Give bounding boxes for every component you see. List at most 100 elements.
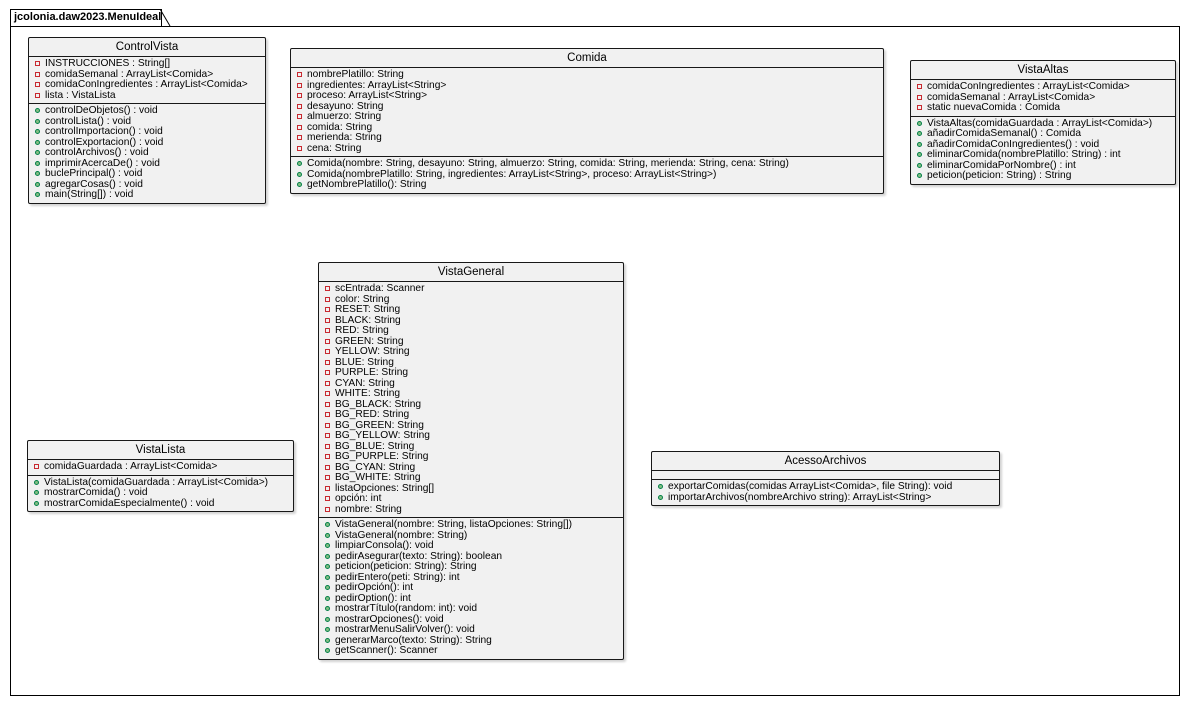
public-visibility-icon — [35, 192, 40, 197]
attribute-text: BG_PURPLE: String — [335, 451, 429, 462]
private-visibility-icon — [917, 94, 922, 100]
private-visibility-icon — [325, 422, 330, 428]
private-visibility-icon — [325, 454, 330, 459]
public-visibility-icon — [325, 574, 330, 580]
private-visibility-icon — [297, 93, 302, 98]
private-visibility-icon — [35, 82, 40, 87]
private-visibility-icon — [297, 124, 302, 130]
attribute-text: nombrePlatillo: String — [307, 69, 404, 80]
attributes-section: nombrePlatillo: String ingredientes: Arra… — [291, 68, 883, 157]
private-visibility-icon — [325, 506, 330, 512]
private-visibility-icon — [35, 61, 40, 66]
attribute-text: BG_RED: String — [335, 409, 410, 420]
attribute-row: static nuevaComida : Comida — [917, 102, 1175, 114]
public-visibility-icon — [917, 141, 922, 147]
private-visibility-icon — [325, 443, 330, 449]
methods-section: VistaAltas(comidaGuardada : ArrayList<Co… — [911, 117, 1175, 184]
private-visibility-icon — [325, 496, 330, 501]
private-visibility-icon — [297, 135, 302, 140]
attribute-row: lista : VistaLista — [35, 89, 265, 102]
attribute-text: lista : VistaLista — [45, 89, 116, 101]
attribute-row: comida: String — [297, 122, 883, 134]
package-tab: jcolonia.daw2023.MenuIdeal — [10, 9, 162, 26]
method-text: eliminarComida(nombrePlatillo: String) :… — [927, 149, 1121, 160]
class-acesso-archivos[interactable]: AcessoArchivos exportarComidas(comidas Ar… — [651, 451, 1000, 506]
public-visibility-icon — [35, 108, 40, 113]
attribute-text: RESET: String — [335, 304, 401, 315]
attribute-text: BLACK: String — [335, 314, 401, 326]
method-text: pedirEntero(peti: String): int — [335, 571, 460, 583]
attribute-text: color: String — [335, 293, 390, 305]
public-visibility-icon — [35, 139, 40, 145]
public-visibility-icon — [917, 162, 922, 168]
attributes-section: comidaConIngredientes : ArrayList<Comida… — [911, 80, 1175, 117]
private-visibility-icon — [325, 464, 330, 470]
method-text: Comida(nombrePlatillo: String, ingredien… — [307, 168, 717, 180]
method-text: VistaLista(comidaGuardada : ArrayList<Co… — [44, 476, 269, 488]
attribute-row: proceso: ArrayList<String> — [297, 90, 883, 102]
attribute-text: listaOpciones: String[] — [335, 482, 435, 494]
class-vista-lista[interactable]: VistaLista comidaGuardada : ArrayList<Com… — [27, 440, 294, 512]
public-visibility-icon — [917, 120, 922, 126]
method-text: getNombrePlatillo(): String — [307, 179, 427, 190]
attribute-text: comidaSemanal : ArrayList<Comida> — [927, 91, 1096, 103]
class-name: VistaGeneral — [319, 263, 623, 282]
class-diagram: jcolonia.daw2023.MenuIdeal ControlVista I… — [0, 0, 1190, 707]
method-text: limpiarConsola(): void — [335, 540, 434, 551]
method-text: controlLista() : void — [45, 115, 132, 127]
method-text: exportarComidas(comidas ArrayList<Comida… — [668, 481, 953, 492]
method-text: buclePrincipal() : void — [45, 168, 143, 179]
private-visibility-icon — [297, 82, 302, 88]
public-visibility-icon — [34, 490, 39, 495]
private-visibility-icon — [35, 92, 40, 98]
method-text: pedirOption(): int — [335, 592, 411, 604]
public-visibility-icon — [325, 564, 330, 569]
class-comida[interactable]: Comida nombrePlatillo: String ingredientes… — [290, 48, 884, 194]
private-visibility-icon — [325, 307, 330, 312]
method-text: añadirComidaConIngredientes() : void — [927, 138, 1100, 150]
attribute-text: INSTRUCCIONES : String[] — [45, 58, 171, 69]
private-visibility-icon — [325, 391, 330, 396]
class-name: VistaAltas — [911, 61, 1175, 80]
private-visibility-icon — [325, 370, 330, 375]
method-text: controlArchivos() : void — [45, 147, 149, 158]
class-vista-altas[interactable]: VistaAltas comidaConIngredientes : ArrayL… — [910, 60, 1176, 185]
method-row: getNombrePlatillo(): String — [297, 179, 883, 191]
public-visibility-icon — [35, 171, 40, 176]
attribute-text: PURPLE: String — [335, 367, 409, 378]
private-visibility-icon — [325, 412, 330, 417]
public-visibility-icon — [325, 637, 330, 643]
attribute-text: scEntrada: Scanner — [335, 283, 425, 294]
attribute-text: GREEN: String — [335, 335, 404, 347]
private-visibility-icon — [325, 380, 330, 386]
private-visibility-icon — [35, 71, 40, 77]
attributes-section: scEntrada: Scanner color: String RESET: St… — [319, 282, 623, 518]
attribute-text: WHITE: String — [335, 388, 401, 399]
method-text: mostrarComidaEspecialmente() : void — [44, 497, 215, 509]
method-text: peticion(peticion: String) : String — [927, 170, 1072, 181]
method-text: mostrarComida() : void — [44, 487, 148, 498]
attribute-row: nombre: String — [325, 503, 623, 516]
class-vista-general[interactable]: VistaGeneral scEntrada: Scanner color: Str… — [318, 262, 624, 660]
method-text: getScanner(): Scanner — [335, 645, 438, 656]
method-text: peticion(peticion: String): String — [335, 561, 477, 572]
attribute-text: comidaSemanal : ArrayList<Comida> — [45, 68, 214, 80]
private-visibility-icon — [917, 84, 922, 89]
attribute-text: almuerzo: String — [307, 111, 382, 122]
public-visibility-icon — [35, 150, 40, 155]
class-control-vista[interactable]: ControlVista INSTRUCCIONES : String[] comi… — [28, 37, 266, 204]
public-visibility-icon — [325, 585, 330, 590]
attribute-row: merienda: String — [297, 132, 883, 144]
public-visibility-icon — [325, 627, 330, 632]
method-text: VistaGeneral(nombre: String) — [335, 529, 468, 541]
public-visibility-icon — [917, 173, 922, 178]
attribute-text: desayuno: String — [307, 100, 384, 112]
attributes-section: comidaGuardada : ArrayList<Comida> — [28, 460, 293, 476]
attribute-text: opción: int — [335, 493, 382, 504]
attribute-text: nombre: String — [335, 503, 402, 515]
private-visibility-icon — [325, 286, 330, 291]
method-text: pedirOpción(): int — [335, 582, 414, 593]
method-text: imprimirAcercaDe() : void — [45, 157, 160, 169]
private-visibility-icon — [297, 145, 302, 151]
class-name: ControlVista — [29, 38, 265, 57]
